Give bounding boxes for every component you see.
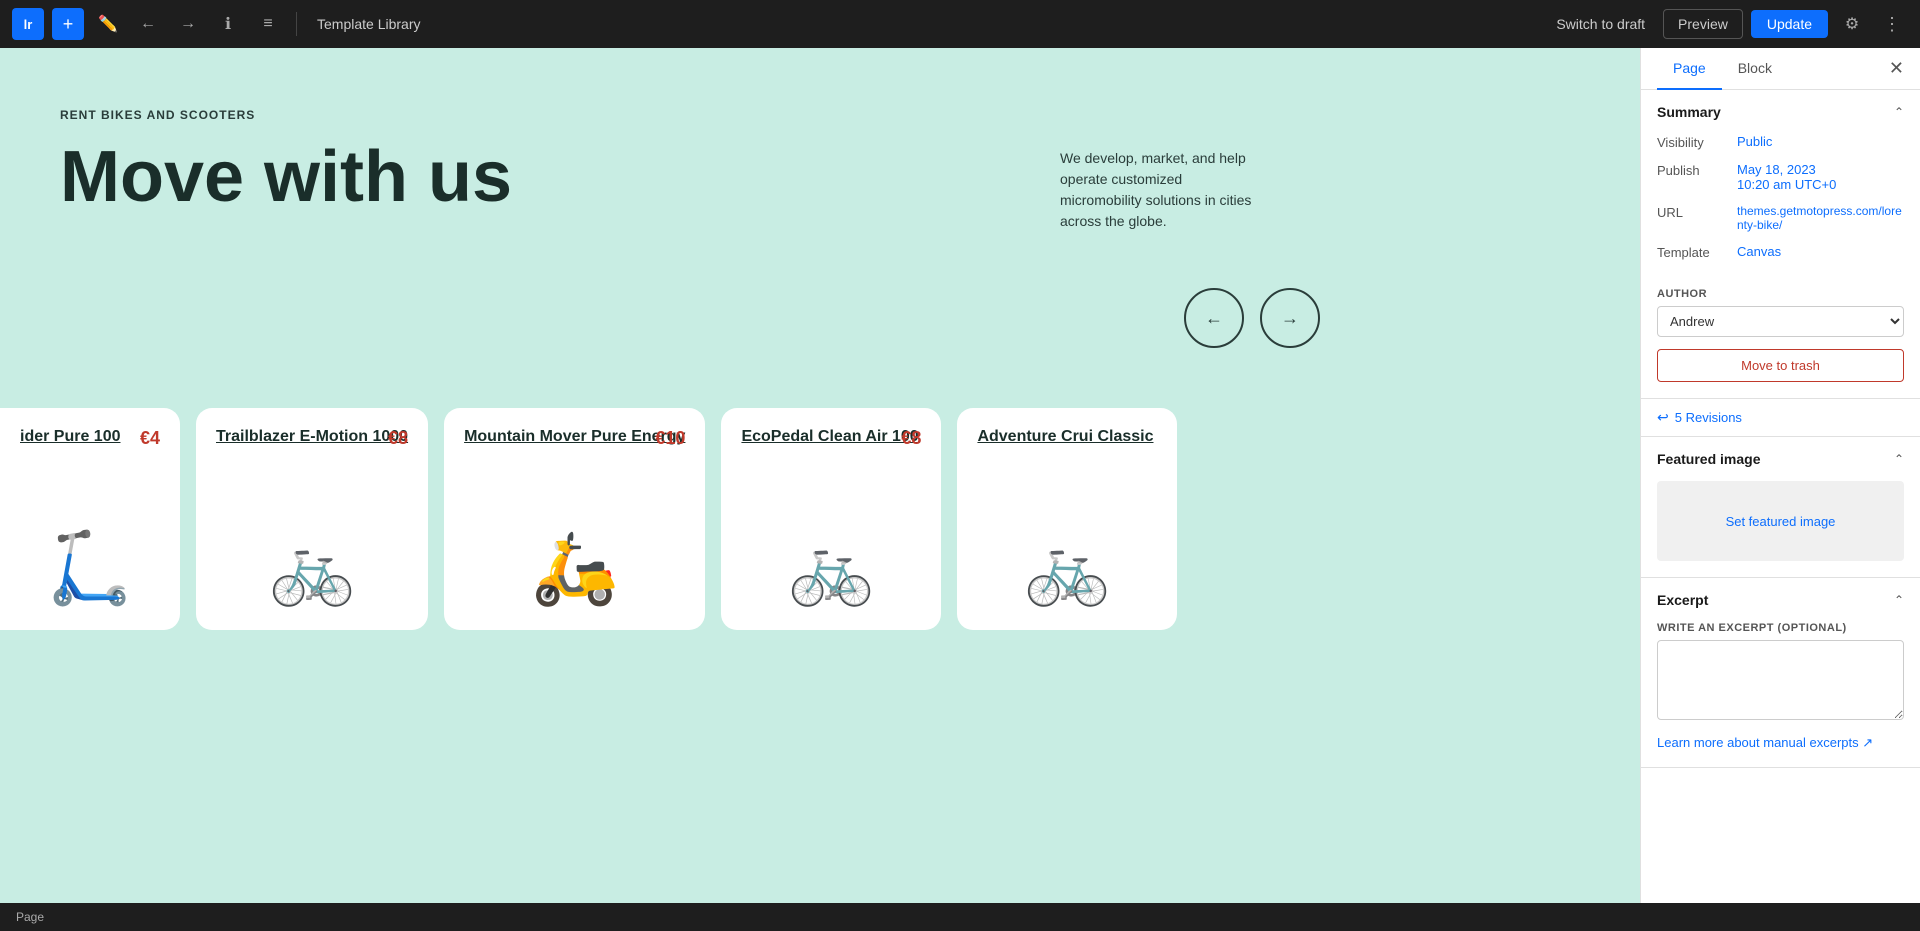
publish-value[interactable]: May 18, 2023 10:20 am UTC+0	[1737, 162, 1904, 192]
preview-button[interactable]: Preview	[1663, 9, 1743, 39]
featured-image-title: Featured image	[1657, 451, 1760, 467]
product-name-3[interactable]: EcoPedal Clean Air 100	[741, 428, 921, 446]
product-price-3: €8	[901, 428, 921, 449]
product-emoji-3: 🚲	[788, 528, 875, 610]
logo: lr	[12, 8, 44, 40]
product-card-1: Trailblazer E-Motion 1000 €8 🚲	[196, 408, 428, 630]
product-card-4: Adventure Crui Classic 🚲	[957, 408, 1177, 630]
product-card-2: Mountain Mover Pure Energy €10 🛵	[444, 408, 705, 630]
product-emoji-4: 🚲	[1024, 528, 1111, 610]
edit-button[interactable]: ✏️	[92, 8, 124, 40]
canvas-inner: RENT BIKES AND SCOOTERS Move with us We …	[0, 48, 1640, 931]
summary-content: Visibility Public Publish May 18, 2023 1…	[1641, 134, 1920, 288]
product-card-0: ider Pure 100 €4 🛴	[0, 408, 180, 630]
product-name-1[interactable]: Trailblazer E-Motion 1000	[216, 428, 408, 446]
close-sidebar-button[interactable]: ✕	[1889, 48, 1904, 89]
summary-section-header[interactable]: Summary ⌃	[1641, 90, 1920, 134]
author-label: AUTHOR	[1657, 288, 1904, 300]
publish-row: Publish May 18, 2023 10:20 am UTC+0	[1657, 162, 1904, 192]
product-price-1: €8	[388, 428, 408, 449]
summary-chevron-icon: ⌃	[1894, 105, 1904, 119]
template-label: Template	[1657, 244, 1737, 260]
update-button[interactable]: Update	[1751, 10, 1828, 38]
featured-image-section: Featured image ⌃ Set featured image	[1641, 437, 1920, 578]
status-text: Page	[16, 910, 44, 924]
visibility-value[interactable]: Public	[1737, 134, 1904, 149]
summary-section: Summary ⌃ Visibility Public Publish May …	[1641, 90, 1920, 399]
hero-section: RENT BIKES AND SCOOTERS Move with us We …	[0, 48, 1640, 388]
excerpt-title: Excerpt	[1657, 592, 1708, 608]
product-image-4: 🚲	[977, 450, 1157, 610]
tab-block[interactable]: Block	[1722, 48, 1788, 90]
visibility-row: Visibility Public	[1657, 134, 1904, 150]
toolbar-right: Switch to draft Preview Update ⚙ ⋮	[1546, 8, 1908, 40]
featured-image-header[interactable]: Featured image ⌃	[1641, 437, 1920, 481]
product-price-2: €10	[655, 428, 685, 449]
url-row: URL themes.getmotopress.com/lorenty-bike…	[1657, 204, 1904, 232]
trash-button[interactable]: Move to trash	[1657, 349, 1904, 382]
tab-page[interactable]: Page	[1657, 48, 1722, 90]
right-sidebar: Page Block ✕ Summary ⌃ Visibility Public…	[1640, 48, 1920, 931]
more-button[interactable]: ⋮	[1876, 8, 1908, 40]
publish-label: Publish	[1657, 162, 1737, 178]
summary-title: Summary	[1657, 104, 1721, 120]
product-emoji-1: 🚲	[268, 528, 355, 610]
featured-image-chevron-icon: ⌃	[1894, 452, 1904, 466]
settings-button[interactable]: ⚙	[1836, 8, 1868, 40]
url-label: URL	[1657, 204, 1737, 220]
revisions-icon: ↩	[1657, 409, 1669, 426]
excerpt-header[interactable]: Excerpt ⌃	[1641, 578, 1920, 622]
author-section: AUTHOR Andrew	[1641, 288, 1920, 349]
next-arrow[interactable]: →	[1260, 288, 1320, 348]
excerpt-chevron-icon: ⌃	[1894, 593, 1904, 607]
status-bar: Page	[0, 903, 1920, 931]
excerpt-section: Excerpt ⌃ WRITE AN EXCERPT (OPTIONAL) Le…	[1641, 578, 1920, 768]
revisions-label: 5 Revisions	[1675, 410, 1742, 425]
switch-draft-button[interactable]: Switch to draft	[1546, 10, 1655, 38]
product-image-0: 🛴	[20, 450, 160, 610]
main-layout: RENT BIKES AND SCOOTERS Move with us We …	[0, 48, 1920, 931]
hero-arrows: ← →	[1184, 288, 1320, 348]
add-button[interactable]: +	[52, 8, 84, 40]
excerpt-learn-more-link[interactable]: Learn more about manual excerpts ↗	[1641, 735, 1920, 767]
prev-arrow[interactable]: ←	[1184, 288, 1244, 348]
hero-title: Move with us	[60, 138, 1580, 217]
separator	[296, 12, 297, 36]
product-image-3: 🚲	[741, 450, 921, 610]
visibility-label: Visibility	[1657, 134, 1737, 150]
sidebar-tabs: Page Block ✕	[1641, 48, 1920, 90]
excerpt-label: WRITE AN EXCERPT (OPTIONAL)	[1641, 622, 1920, 634]
template-row: Template Canvas	[1657, 244, 1904, 260]
canvas-area: RENT BIKES AND SCOOTERS Move with us We …	[0, 48, 1640, 931]
redo-button[interactable]: →	[172, 8, 204, 40]
product-emoji-2: 🛵	[531, 528, 618, 610]
product-name-2[interactable]: Mountain Mover Pure Energy	[464, 428, 685, 446]
product-price-0: €4	[140, 428, 160, 449]
set-featured-image-button[interactable]: Set featured image	[1657, 481, 1904, 561]
hero-description: We develop, market, and help operate cus…	[1060, 148, 1260, 232]
list-view-button[interactable]: ≡	[252, 8, 284, 40]
product-image-2: 🛵	[464, 450, 685, 610]
author-select[interactable]: Andrew	[1657, 306, 1904, 337]
template-value[interactable]: Canvas	[1737, 244, 1904, 259]
product-image-1: 🚲	[216, 450, 408, 610]
url-value[interactable]: themes.getmotopress.com/lorenty-bike/	[1737, 204, 1904, 232]
product-name-4[interactable]: Adventure Crui Classic	[977, 428, 1157, 446]
hero-subtitle: RENT BIKES AND SCOOTERS	[60, 108, 1580, 122]
undo-button[interactable]: ←	[132, 8, 164, 40]
info-button[interactable]: ℹ	[212, 8, 244, 40]
product-emoji-0: 🛴	[46, 528, 133, 610]
toolbar: lr + ✏️ ← → ℹ ≡ Template Library Switch …	[0, 0, 1920, 48]
product-card-3: EcoPedal Clean Air 100 €8 🚲	[721, 408, 941, 630]
excerpt-textarea[interactable]	[1657, 640, 1904, 720]
template-library-label: Template Library	[317, 16, 1538, 32]
revisions-row[interactable]: ↩ 5 Revisions	[1641, 399, 1920, 437]
products-section: ider Pure 100 €4 🛴 Trailblazer E-Motion …	[0, 388, 1640, 650]
